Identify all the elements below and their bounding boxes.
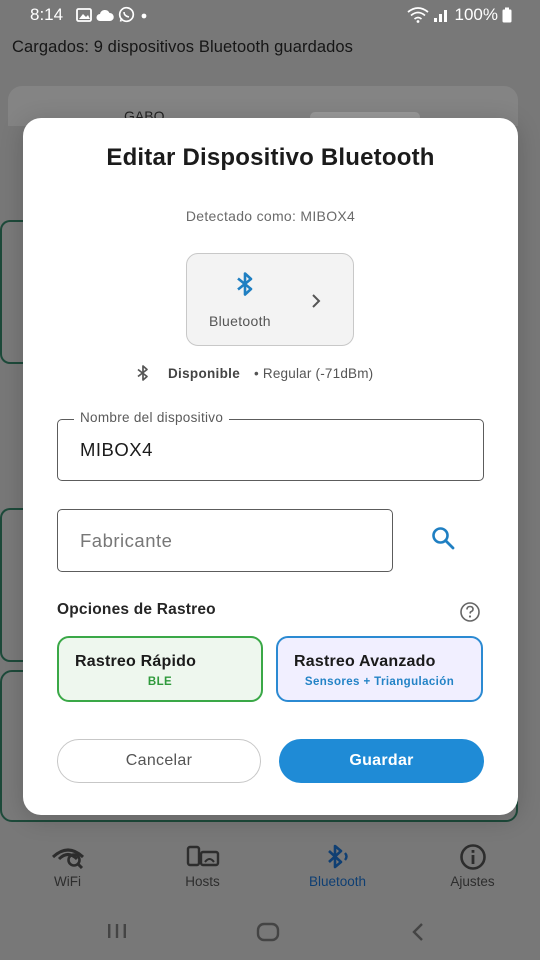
save-button[interactable]: Guardar	[279, 739, 484, 783]
nav-label-ajustes: Ajustes	[450, 874, 495, 889]
status-bar: 8:14 100%	[0, 0, 540, 30]
status-right: 100%	[406, 5, 512, 25]
system-nav-bar	[0, 900, 540, 960]
device-type-label: Bluetooth	[209, 313, 271, 329]
advanced-tracking-subtitle: Sensores + Triangulación	[304, 676, 455, 688]
device-status: Disponible • Regular (-71dBm)	[136, 364, 373, 382]
advanced-tracking-option[interactable]: Rastreo Avanzado Sensores + Triangulació…	[276, 636, 483, 702]
hosts-icon	[186, 844, 220, 870]
gallery-icon	[76, 7, 92, 22]
info-icon	[459, 844, 487, 870]
whatsapp-icon	[118, 6, 135, 23]
chevron-right-icon	[309, 292, 323, 315]
signal-icon	[433, 10, 447, 22]
status-time: 8:14	[30, 5, 64, 24]
nav-item-ajustes[interactable]: Ajustes	[405, 836, 540, 896]
cloud-icon	[96, 9, 114, 21]
tracking-options-title: Opciones de Rastreo	[57, 601, 216, 618]
device-name-value[interactable]: MIBOX4	[80, 439, 153, 461]
help-icon[interactable]	[459, 601, 481, 628]
dialog-title: Editar Dispositivo Bluetooth	[106, 144, 435, 171]
edit-device-dialog: Editar Dispositivo Bluetooth Detectado c…	[23, 118, 518, 815]
bluetooth-small-icon	[137, 365, 148, 381]
nav-item-bluetooth[interactable]: Bluetooth	[270, 836, 405, 896]
fast-tracking-subtitle: BLE	[147, 676, 173, 688]
manufacturer-placeholder: Fabricante	[80, 530, 173, 551]
nav-label-wifi: WiFi	[54, 874, 81, 889]
device-name-field[interactable]: Nombre del dispositivo MIBOX4	[57, 410, 484, 481]
nav-label-hosts: Hosts	[185, 874, 220, 889]
recent-apps-icon[interactable]	[106, 922, 128, 945]
bluetooth-icon	[323, 844, 353, 870]
battery-icon	[502, 7, 512, 23]
availability-label: Disponible	[168, 365, 241, 381]
notification-icons	[76, 6, 149, 23]
device-type-selector[interactable]: Bluetooth	[186, 253, 354, 346]
fast-tracking-title: Rastreo Rápido	[75, 653, 197, 670]
cancel-button[interactable]: Cancelar	[57, 739, 261, 783]
dot-icon	[141, 13, 147, 18]
nav-item-wifi[interactable]: WiFi	[0, 836, 135, 896]
saved-devices-count: Cargados: 9 dispositivos Bluetooth guard…	[12, 38, 354, 56]
manufacturer-field[interactable]: Fabricante	[57, 509, 393, 572]
back-icon[interactable]	[410, 922, 426, 947]
detected-as-label: Detectado como: MIBOX4	[185, 208, 356, 224]
advanced-tracking-title: Rastreo Avanzado	[294, 653, 436, 670]
wifi-icon	[406, 7, 429, 23]
nav-item-hosts[interactable]: Hosts	[135, 836, 270, 896]
home-icon[interactable]	[256, 922, 280, 947]
signal-strength-label: • Regular (-71dBm)	[254, 365, 374, 381]
fast-tracking-option[interactable]: Rastreo Rápido BLE	[57, 636, 263, 702]
battery-percent: 100%	[454, 5, 498, 24]
device-name-legend: Nombre del dispositivo	[74, 410, 230, 425]
search-icon	[432, 527, 455, 550]
nav-label-bluetooth: Bluetooth	[308, 874, 367, 889]
bluetooth-icon	[235, 270, 257, 303]
search-manufacturer-button[interactable]	[423, 518, 463, 558]
bottom-nav: WiFi Hosts Bluetooth Ajustes	[0, 836, 540, 896]
wifi-eye-icon	[51, 844, 85, 870]
